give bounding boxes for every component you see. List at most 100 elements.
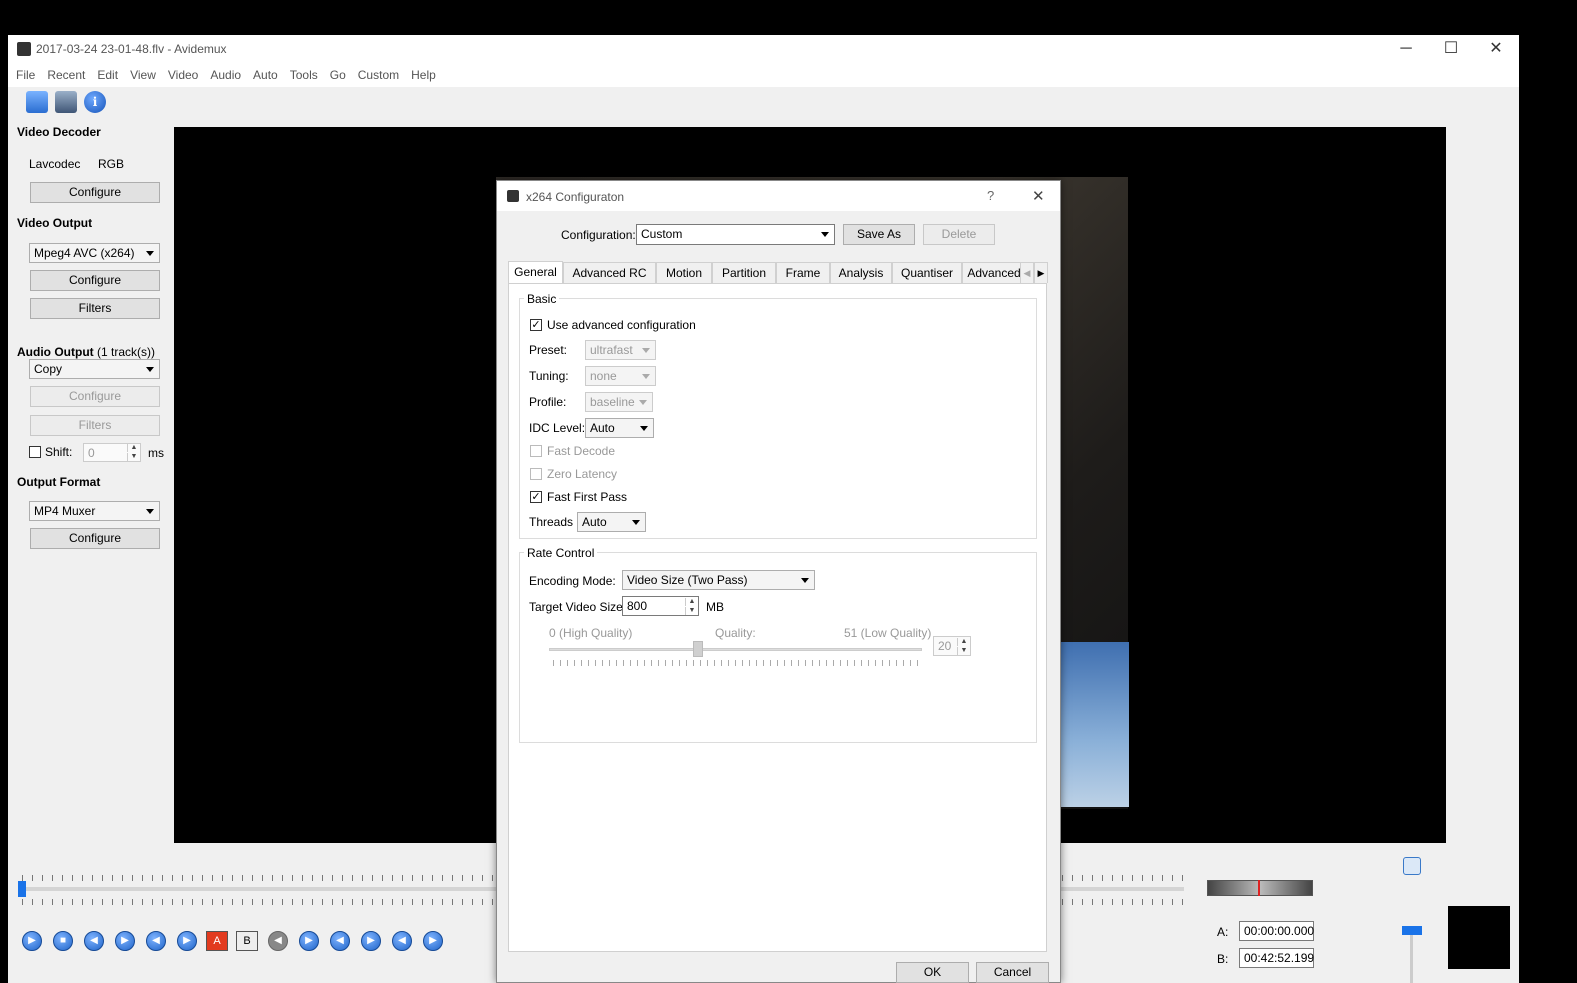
menu-auto[interactable]: Auto bbox=[247, 63, 284, 87]
audio-output-heading: Audio Output (1 track(s)) bbox=[17, 345, 155, 359]
save-icon[interactable] bbox=[55, 91, 77, 113]
settings-icon[interactable] bbox=[1403, 857, 1421, 875]
video-decoder-heading: Video Decoder bbox=[17, 125, 101, 139]
menu-go[interactable]: Go bbox=[324, 63, 352, 87]
threads-select[interactable]: Auto bbox=[577, 512, 646, 532]
info-icon[interactable]: i bbox=[84, 91, 106, 113]
spin-down-icon[interactable]: ▼ bbox=[127, 453, 140, 461]
decoder-configure-button[interactable]: Configure bbox=[30, 182, 160, 203]
dialog-help-button[interactable]: ? bbox=[987, 188, 994, 203]
set-marker-b-button[interactable]: B bbox=[236, 931, 258, 951]
fast-first-pass-checkbox[interactable]: ✓ bbox=[530, 491, 542, 503]
set-marker-a-button[interactable]: A bbox=[206, 931, 228, 951]
muxer-select[interactable]: MP4 Muxer bbox=[29, 501, 160, 521]
spin-up-icon[interactable]: ▲ bbox=[957, 638, 970, 646]
encoding-mode-select[interactable]: Video Size (Two Pass) bbox=[622, 570, 815, 590]
muxer-configure-button[interactable]: Configure bbox=[30, 528, 160, 549]
goto-marker-b-icon[interactable]: ▶ bbox=[361, 931, 381, 951]
target-size-input[interactable]: 800 ▲ ▼ bbox=[622, 596, 699, 616]
menu-audio[interactable]: Audio bbox=[204, 63, 247, 87]
use-advanced-checkbox[interactable]: ✓ bbox=[530, 319, 542, 331]
menu-tools[interactable]: Tools bbox=[284, 63, 324, 87]
tab-advanced[interactable]: Advanced bbox=[962, 262, 1026, 283]
next-frame-icon[interactable]: ▶ bbox=[115, 931, 135, 951]
shift-input[interactable]: 0 ▲ ▼ bbox=[83, 443, 141, 462]
audio-codec-select[interactable]: Copy bbox=[29, 359, 160, 379]
quality-slider-ticks bbox=[553, 660, 923, 666]
tab-advanced-rc[interactable]: Advanced RC bbox=[563, 262, 656, 283]
profile-select[interactable]: baseline bbox=[585, 392, 653, 412]
configuration-select[interactable]: Custom bbox=[636, 224, 835, 245]
menu-help[interactable]: Help bbox=[405, 63, 442, 87]
volume-handle[interactable] bbox=[1402, 926, 1422, 935]
video-codec-select[interactable]: Mpeg4 AVC (x264) bbox=[29, 243, 160, 263]
goto-marker-a-icon[interactable]: ◀ bbox=[330, 931, 350, 951]
video-filters-button[interactable]: Filters bbox=[30, 298, 160, 319]
tab-partition[interactable]: Partition bbox=[712, 262, 776, 283]
spin-down-icon[interactable]: ▼ bbox=[957, 647, 970, 655]
profile-label: Profile: bbox=[529, 395, 567, 409]
maximize-button[interactable]: ☐ bbox=[1433, 39, 1469, 59]
goto-start-icon[interactable]: ◀ bbox=[268, 931, 288, 951]
tab-frame[interactable]: Frame bbox=[776, 262, 830, 283]
menu-view[interactable]: View bbox=[124, 63, 162, 87]
dialog-close-button[interactable]: ✕ bbox=[1032, 187, 1045, 205]
marker-a-field[interactable]: 00:00:00.000 bbox=[1239, 921, 1314, 941]
next-keyframe-icon[interactable]: ▶ bbox=[177, 931, 197, 951]
tuning-select[interactable]: none bbox=[585, 366, 656, 386]
quality-input[interactable]: 20 ▲ ▼ bbox=[933, 636, 971, 656]
spin-up-icon[interactable]: ▲ bbox=[127, 444, 140, 452]
audio-configure-button[interactable]: Configure bbox=[30, 386, 160, 407]
zero-latency-checkbox[interactable] bbox=[530, 468, 542, 480]
goto-end-icon[interactable]: ▶ bbox=[299, 931, 319, 951]
jog-indicator bbox=[1258, 880, 1260, 896]
chevron-down-icon bbox=[146, 251, 154, 256]
video-configure-button[interactable]: Configure bbox=[30, 270, 160, 291]
close-button[interactable]: ✕ bbox=[1478, 39, 1514, 59]
menu-file[interactable]: File bbox=[10, 63, 41, 87]
dialog-app-icon bbox=[507, 190, 519, 202]
decoder-codec: Lavcodec bbox=[29, 157, 81, 171]
spin-down-icon[interactable]: ▼ bbox=[685, 607, 698, 615]
menu-video[interactable]: Video bbox=[162, 63, 204, 87]
minimize-button[interactable]: ─ bbox=[1388, 39, 1424, 59]
menu-recent[interactable]: Recent bbox=[41, 63, 91, 87]
tab-scroll-left-icon[interactable]: ◀ bbox=[1020, 262, 1034, 283]
chevron-down-icon bbox=[632, 520, 640, 525]
idc-level-select[interactable]: Auto bbox=[585, 418, 654, 438]
audio-filters-button[interactable]: Filters bbox=[30, 415, 160, 436]
fast-decode-checkbox[interactable] bbox=[530, 445, 542, 457]
marker-b-label: B: bbox=[1217, 952, 1229, 966]
shift-unit: ms bbox=[148, 446, 164, 460]
rewind-60-icon[interactable]: ◀ bbox=[392, 931, 412, 951]
ok-button[interactable]: OK bbox=[896, 962, 969, 983]
tab-quantiser[interactable]: Quantiser bbox=[892, 262, 962, 283]
forward-60-icon[interactable]: ▶ bbox=[423, 931, 443, 951]
tab-analysis[interactable]: Analysis bbox=[830, 262, 892, 283]
open-icon[interactable] bbox=[26, 91, 48, 113]
shift-checkbox[interactable] bbox=[29, 446, 41, 458]
timeline-handle[interactable] bbox=[18, 881, 26, 897]
x264-config-dialog: x264 Configuraton ? ✕ Configuration: Cus… bbox=[496, 180, 1061, 983]
tab-scroll-right-icon[interactable]: ▶ bbox=[1034, 262, 1048, 283]
volume-slider[interactable] bbox=[1410, 935, 1413, 983]
preset-select[interactable]: ultrafast bbox=[585, 340, 656, 360]
stop-icon[interactable]: ■ bbox=[53, 931, 73, 951]
menu-edit[interactable]: Edit bbox=[91, 63, 124, 87]
quality-slider-track[interactable] bbox=[549, 648, 922, 651]
previous-keyframe-icon[interactable]: ◀ bbox=[146, 931, 166, 951]
marker-b-field[interactable]: 00:42:52.199 bbox=[1239, 948, 1314, 968]
quality-slider-handle[interactable] bbox=[693, 641, 704, 657]
save-as-button[interactable]: Save As bbox=[843, 224, 915, 245]
quality-value: 20 bbox=[938, 639, 952, 653]
menu-custom[interactable]: Custom bbox=[352, 63, 405, 87]
tab-motion[interactable]: Motion bbox=[656, 262, 712, 283]
cancel-button[interactable]: Cancel bbox=[976, 962, 1049, 983]
play-icon[interactable]: ▶ bbox=[22, 931, 42, 951]
delete-button[interactable]: Delete bbox=[923, 224, 995, 245]
marker-b-value: 00:42:52.199 bbox=[1244, 951, 1315, 965]
tab-general[interactable]: General bbox=[508, 261, 563, 284]
jog-shuttle[interactable] bbox=[1207, 880, 1313, 896]
spin-up-icon[interactable]: ▲ bbox=[685, 598, 698, 606]
previous-frame-icon[interactable]: ◀ bbox=[84, 931, 104, 951]
